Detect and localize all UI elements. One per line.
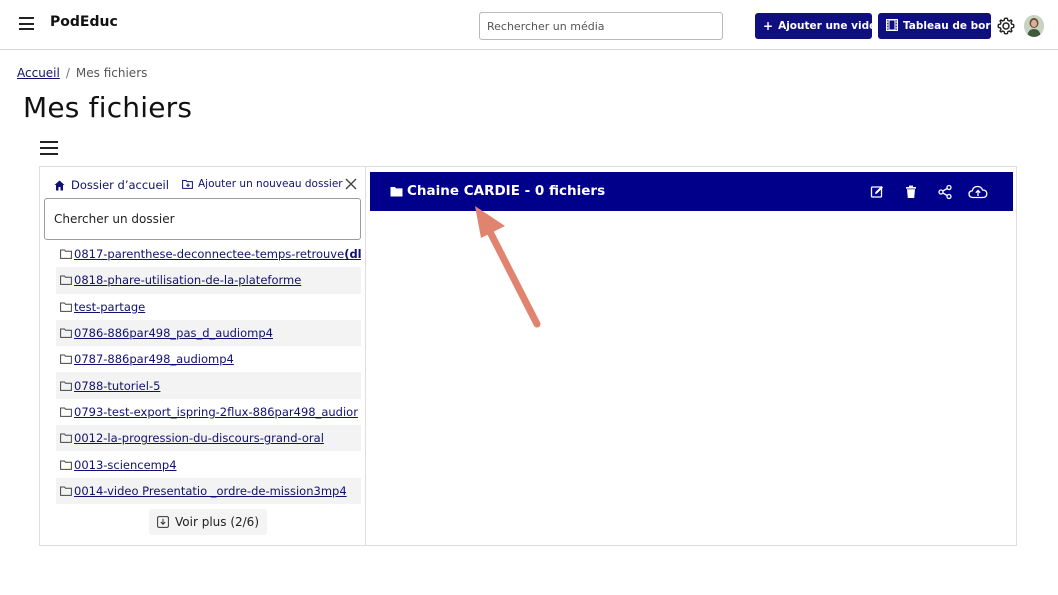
channel-title: Chaine CARDIE - 0 fichiers [390, 183, 605, 199]
brand-logo[interactable]: PodEduc [50, 14, 118, 30]
channel-content: Chaine CARDIE - 0 fichiers [366, 167, 1016, 545]
folder-icon [60, 381, 72, 391]
folder-add-icon [182, 180, 193, 189]
home-folder-label: Dossier d’accueil [71, 178, 169, 192]
folder-link[interactable]: 0818-phare-utilisation-de-la-plateforme [74, 273, 301, 287]
folder-item[interactable]: 0793-test-export_ispring-2flux-886par498… [56, 399, 361, 425]
folder-icon [390, 186, 403, 196]
folder-icon [60, 249, 72, 260]
folder-list: 0817-parenthese-deconnectee-temps-retrou… [56, 241, 361, 504]
folder-link[interactable]: 0787-886par498_audiomp4 [74, 352, 234, 366]
folder-menu-toggle-icon[interactable] [40, 141, 58, 155]
folder-item[interactable]: 0013-sciencemp4 [56, 451, 361, 477]
share-icon[interactable] [937, 184, 953, 200]
add-folder-label: Ajouter un nouveau dossier [198, 178, 343, 190]
folder-item[interactable]: 0012-la-progression-du-discours-grand-or… [56, 425, 361, 452]
folder-icon [60, 354, 72, 365]
folder-link[interactable]: 0817-parenthese-deconnectee-temps-retrou… [74, 247, 344, 261]
main-menu-icon[interactable] [19, 17, 34, 30]
folder-item[interactable]: 0014-video Presentatio _ordre-de-mission… [56, 477, 361, 504]
breadcrumb: Accueil / Mes fichiers [17, 66, 147, 80]
folder-search-input[interactable] [44, 198, 361, 240]
folder-item[interactable]: 0787-886par498_audiomp4 [56, 346, 361, 372]
folder-link[interactable]: 0014-video Presentatio _ordre-de-mission… [74, 484, 347, 498]
add-folder-button[interactable]: Ajouter un nouveau dossier [182, 178, 343, 190]
edit-icon[interactable] [869, 184, 885, 200]
folder-icon [60, 433, 72, 444]
folder-link[interactable]: 0788-tutoriel-5 [74, 379, 160, 393]
folder-link[interactable]: 0786-886par498_pas_d_audiomp4 [74, 326, 273, 340]
home-icon [54, 180, 65, 190]
add-video-button[interactable]: + Ajouter une vidéo [755, 13, 883, 39]
folder-item[interactable]: 0786-886par498_pas_d_audiomp4 [56, 319, 361, 347]
folder-icon [60, 328, 72, 338]
folder-icon [60, 275, 72, 286]
folder-item[interactable]: test-partage [56, 294, 361, 320]
folder-icon [60, 407, 72, 417]
breadcrumb-home-link[interactable]: Accueil [17, 66, 60, 80]
top-navbar: PodEduc + Ajouter une vidéo Tableau de b… [0, 0, 1058, 50]
channel-title-text: Chaine CARDIE - 0 fichiers [407, 183, 606, 199]
close-icon[interactable] [345, 178, 357, 190]
see-more-button[interactable]: Voir plus (2/6) [149, 509, 267, 535]
breadcrumb-separator: / [65, 66, 70, 80]
folder-item[interactable]: 0788-tutoriel-5 [56, 372, 361, 399]
search-input[interactable] [479, 12, 723, 40]
page-title: Mes fichiers [23, 91, 193, 124]
folder-link[interactable]: test-partage [74, 300, 145, 314]
cloud-upload-icon[interactable] [968, 184, 988, 200]
channel-header-bar: Chaine CARDIE - 0 fichiers [370, 172, 1013, 211]
folder-link[interactable]: 0793-test-export_ispring-2flux-886par498… [74, 405, 358, 419]
files-panel: Dossier d’accueil Ajouter un nouveau dos… [39, 166, 1017, 546]
avatar[interactable] [1024, 15, 1044, 37]
folder-item[interactable]: 0817-parenthese-deconnectee-temps-retrou… [56, 241, 361, 267]
see-more-label: Voir plus (2/6) [175, 515, 259, 529]
film-icon [885, 18, 899, 34]
folder-link[interactable]: 0013-sciencemp4 [74, 458, 177, 472]
breadcrumb-current: Mes fichiers [75, 66, 148, 80]
folder-sidebar: Dossier d’accueil Ajouter un nouveau dos… [40, 167, 366, 545]
folder-icon [60, 302, 72, 312]
home-folder-link[interactable]: Dossier d’accueil [54, 178, 169, 192]
folder-link[interactable]: 0012-la-progression-du-discours-grand-or… [74, 431, 324, 445]
dashboard-label: Tableau de bord [903, 20, 999, 32]
add-video-label: Ajouter une vidéo [778, 20, 884, 32]
folder-icon [60, 486, 72, 496]
download-box-icon [157, 516, 169, 528]
trash-icon[interactable] [903, 184, 919, 200]
plus-icon: + [763, 19, 774, 33]
dashboard-button[interactable]: Tableau de bord [878, 13, 998, 39]
folder-icon [60, 460, 72, 470]
gear-icon[interactable] [996, 16, 1016, 36]
folder-item[interactable]: 0818-phare-utilisation-de-la-plateforme [56, 267, 361, 294]
folder-link-suffix: (dl [344, 247, 361, 262]
